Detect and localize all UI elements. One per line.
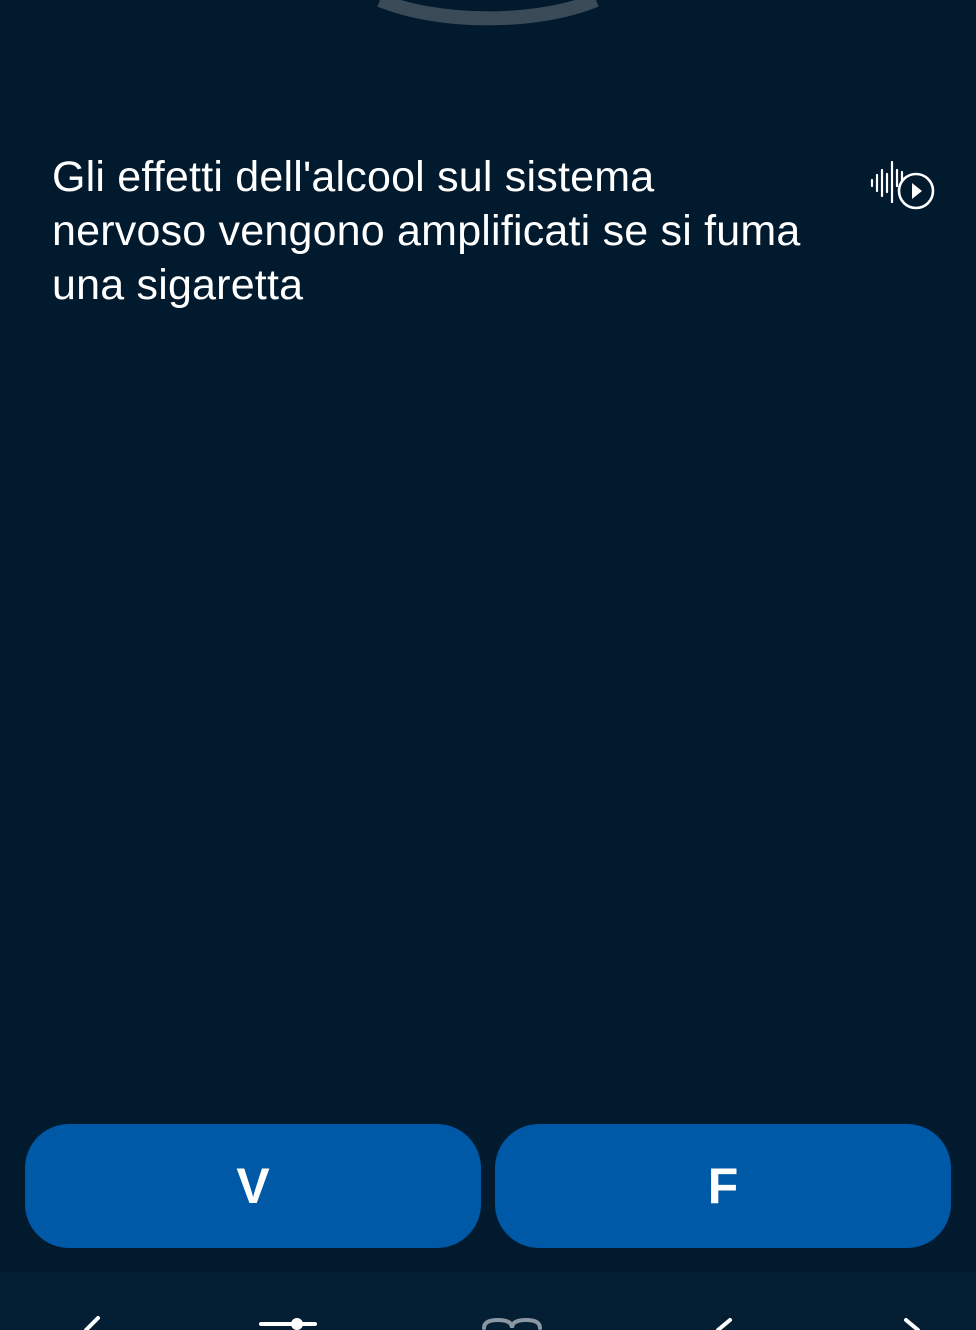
false-button[interactable]: F [495, 1124, 951, 1248]
progress-ring [377, 0, 599, 26]
book-icon[interactable] [478, 1312, 548, 1330]
audio-play-button[interactable] [868, 158, 940, 214]
question-line-1: Gli effetti dell'alcool sul sistema [52, 153, 655, 201]
true-button[interactable]: V [25, 1124, 481, 1248]
question-line-2: nervoso vengono amplificati se si fuma [52, 207, 801, 255]
back-arrow-icon[interactable] [70, 1312, 140, 1330]
question-line-3: una sigaretta [52, 261, 304, 309]
bottom-toolbar [0, 1272, 976, 1330]
next-icon[interactable] [890, 1312, 960, 1330]
question-text: Gli effetti dell'alcool sul sistema nerv… [52, 150, 852, 312]
answer-buttons: V F [25, 1124, 951, 1248]
settings-slider-icon[interactable] [255, 1312, 325, 1330]
quiz-screen: Gli effetti dell'alcool sul sistema nerv… [0, 0, 976, 1330]
audio-play-icon [870, 160, 935, 210]
previous-icon[interactable] [700, 1312, 770, 1330]
